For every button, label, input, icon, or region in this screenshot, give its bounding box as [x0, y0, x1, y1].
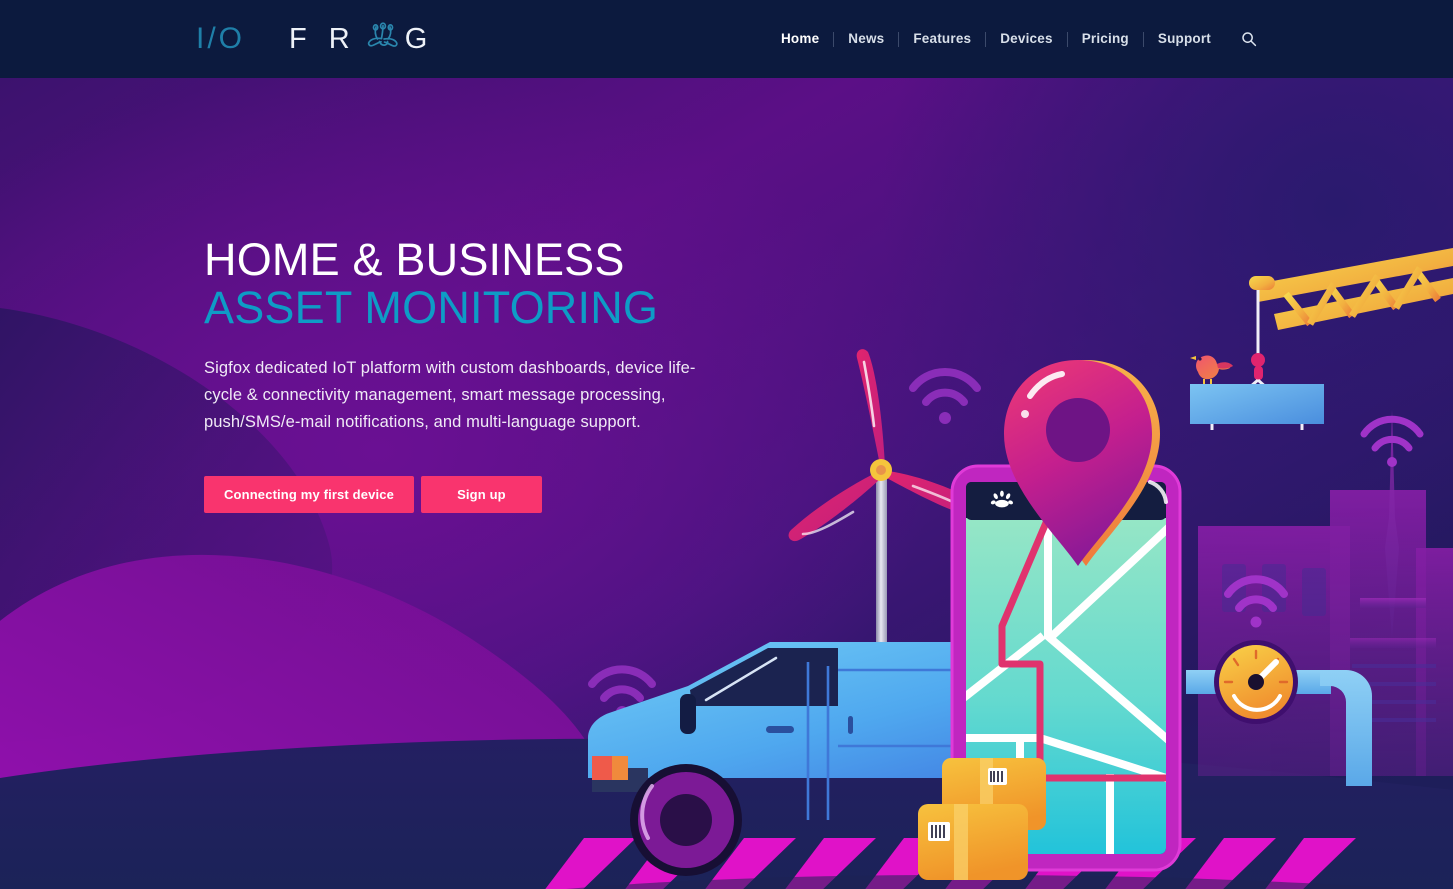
construction-crane — [1249, 248, 1453, 380]
hero-copy: HOME & BUSINESS ASSET MONITORING Sigfox … — [204, 236, 764, 513]
hero-description: Sigfox dedicated IoT platform with custo… — [204, 359, 696, 431]
connect-first-device-button[interactable]: Connecting my first device — [204, 475, 415, 513]
logo-word-after: G — [404, 22, 435, 55]
city-buildings — [1198, 490, 1453, 776]
nav-item-home[interactable]: Home — [767, 32, 833, 46]
nav-item-devices[interactable]: Devices — [986, 32, 1066, 46]
main-navigation: Home News Features Devices Pricing Suppo… — [767, 31, 1257, 47]
page-title: HOME & BUSINESS ASSET MONITORING — [204, 236, 764, 331]
site-header: I/O F R G Home News Features Devices Pri… — [0, 0, 1453, 78]
nav-item-features[interactable]: Features — [899, 32, 985, 46]
cta-button-group: Connecting my first device Sign up — [204, 475, 764, 513]
logo[interactable]: I/O F R G — [196, 21, 434, 57]
bird-icon — [1190, 355, 1233, 384]
frog-icon — [363, 21, 403, 57]
nav-item-pricing[interactable]: Pricing — [1068, 32, 1143, 46]
sign-up-button[interactable]: Sign up — [421, 475, 542, 513]
wifi-icon — [909, 368, 981, 424]
logo-io-text: I/O — [196, 22, 246, 55]
nav-item-news[interactable]: News — [834, 32, 898, 46]
hero-section: HOME & BUSINESS ASSET MONITORING Sigfox … — [0, 78, 1453, 889]
headline-line-1: HOME & BUSINESS — [204, 234, 625, 285]
logo-word-before: F R — [289, 22, 357, 55]
lifted-panel — [1190, 378, 1324, 430]
logo-wordmark: F R G — [289, 21, 434, 57]
nav-item-support[interactable]: Support — [1144, 32, 1225, 46]
headline-line-2: ASSET MONITORING — [204, 281, 659, 333]
search-icon[interactable] — [1241, 31, 1257, 47]
